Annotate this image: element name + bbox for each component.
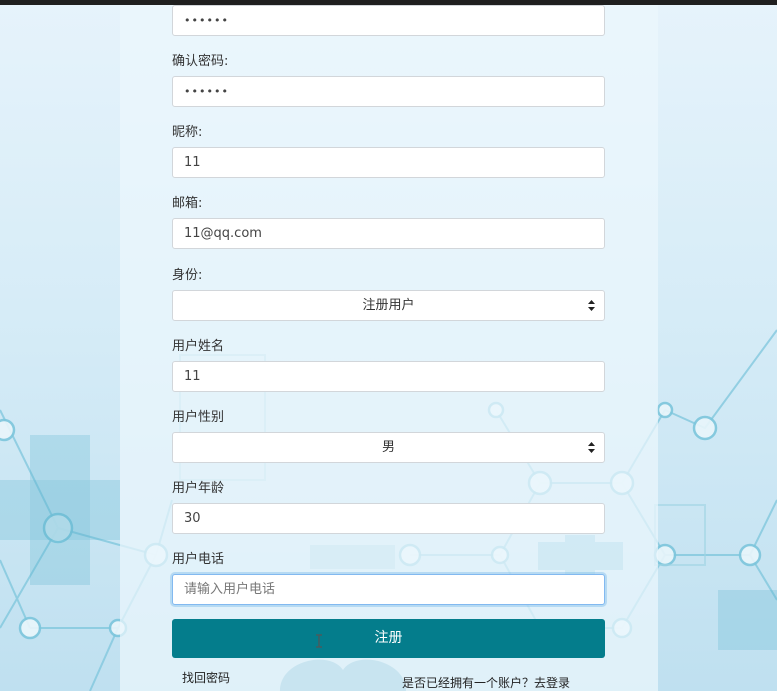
role-label: 身份: (172, 268, 203, 283)
email-input[interactable] (173, 219, 604, 248)
role-select[interactable]: 注册用户 (172, 290, 605, 321)
nickname-label: 昵称: (172, 125, 203, 140)
login-link[interactable]: 是否已经拥有一个账户？去登录 (402, 674, 570, 691)
password-field[interactable] (172, 5, 605, 36)
user-gender-select-value: 男 (381, 440, 395, 455)
register-page: 确认密码: 昵称: 邮箱: 身份: 注册用户 用户姓名 用户性别 男 (0, 0, 777, 691)
email-label: 邮箱: (172, 196, 203, 211)
user-phone-input[interactable] (173, 575, 604, 604)
updown-chevron-icon (588, 300, 595, 311)
user-age-input[interactable] (173, 504, 604, 533)
nickname-input[interactable] (173, 148, 604, 177)
user-gender-label: 用户性别 (172, 410, 225, 425)
text-cursor-icon (316, 634, 322, 648)
register-button[interactable]: 注册 (172, 619, 605, 658)
user-name-label: 用户姓名 (172, 339, 225, 354)
user-age-label: 用户年龄 (172, 481, 225, 496)
nickname-field[interactable] (172, 147, 605, 178)
user-phone-label: 用户电话 (172, 552, 225, 567)
user-age-field[interactable] (172, 503, 605, 534)
role-select-value: 注册用户 (362, 298, 415, 313)
updown-chevron-icon (588, 442, 595, 453)
user-phone-field[interactable] (172, 574, 605, 605)
user-name-field[interactable] (172, 361, 605, 392)
email-field[interactable] (172, 218, 605, 249)
password-input[interactable] (173, 6, 604, 35)
confirm-password-input[interactable] (173, 77, 604, 106)
user-name-input[interactable] (173, 362, 604, 391)
user-gender-select[interactable]: 男 (172, 432, 605, 463)
recover-password-link[interactable]: 找回密码 (182, 669, 230, 686)
confirm-password-label: 确认密码: (172, 54, 229, 69)
confirm-password-field[interactable] (172, 76, 605, 107)
